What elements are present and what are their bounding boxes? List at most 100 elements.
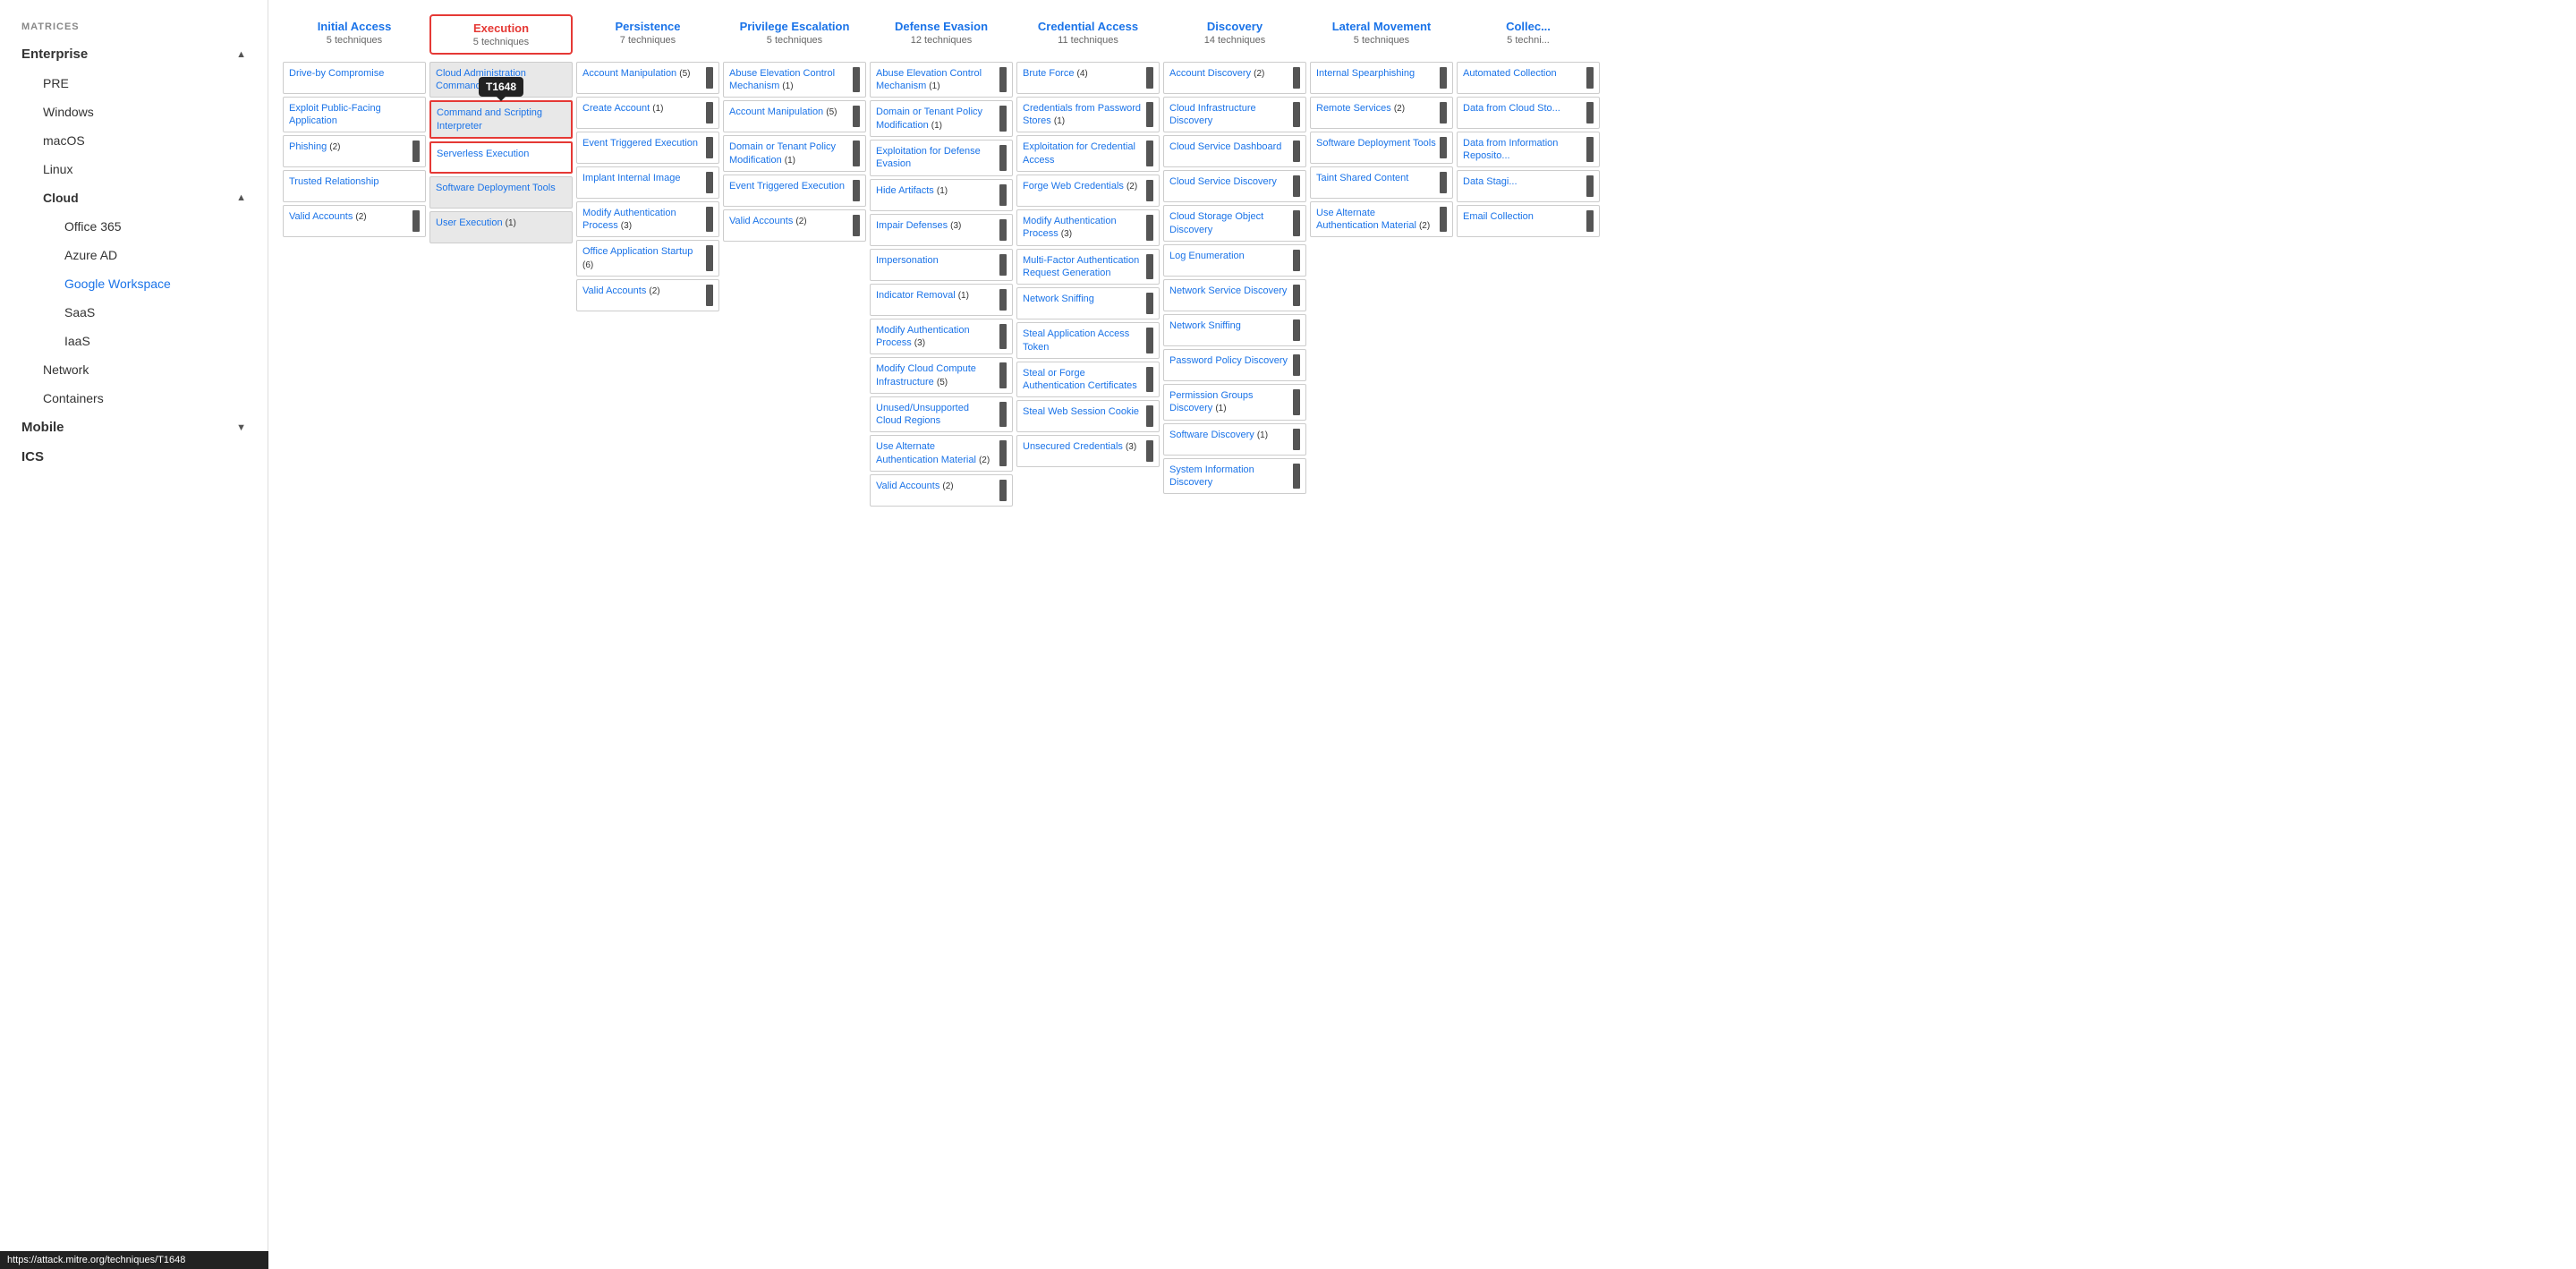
- drag-handle-icon[interactable]: [1146, 180, 1153, 201]
- drag-handle-icon[interactable]: [853, 67, 860, 93]
- table-row[interactable]: Password Policy Discovery: [1163, 349, 1306, 381]
- table-row[interactable]: Cloud Service Discovery: [1163, 170, 1306, 202]
- table-row[interactable]: Use Alternate Authentication Material (2…: [870, 435, 1013, 472]
- table-row[interactable]: User Execution (1): [429, 211, 573, 243]
- sidebar-item-iaas[interactable]: IaaS: [0, 327, 268, 355]
- table-row[interactable]: Account Discovery (2): [1163, 62, 1306, 94]
- sidebar-item-azuread[interactable]: Azure AD: [0, 241, 268, 269]
- drag-handle-icon[interactable]: [1586, 67, 1594, 89]
- table-row[interactable]: Data Stagi...: [1457, 170, 1600, 202]
- col-header-execution[interactable]: Execution5 techniques: [429, 14, 573, 55]
- drag-handle-icon[interactable]: [999, 184, 1007, 206]
- table-row[interactable]: Unused/Unsupported Cloud Regions: [870, 396, 1013, 433]
- sidebar-item-cloud[interactable]: Cloud▲: [0, 183, 268, 212]
- table-row[interactable]: Modify Cloud Compute Infrastructure (5): [870, 357, 1013, 394]
- col-header-defense-evasion[interactable]: Defense Evasion12 techniques: [870, 14, 1013, 55]
- drag-handle-icon[interactable]: [706, 137, 713, 158]
- table-row[interactable]: Taint Shared Content: [1310, 166, 1453, 199]
- drag-handle-icon[interactable]: [1586, 137, 1594, 163]
- drag-handle-icon[interactable]: [1586, 210, 1594, 232]
- table-row[interactable]: Modify Authentication Process (3): [870, 319, 1013, 355]
- drag-handle-icon[interactable]: [1293, 285, 1300, 306]
- drag-handle-icon[interactable]: [1440, 172, 1447, 193]
- table-row[interactable]: Hide Artifacts (1): [870, 179, 1013, 211]
- drag-handle-icon[interactable]: [853, 180, 860, 201]
- sidebar-item-network[interactable]: Network: [0, 355, 268, 384]
- table-row[interactable]: Domain or Tenant Policy Modification (1): [870, 100, 1013, 137]
- table-row[interactable]: Unsecured Credentials (3): [1016, 435, 1160, 467]
- drag-handle-icon[interactable]: [999, 289, 1007, 311]
- drag-handle-icon[interactable]: [1293, 319, 1300, 341]
- drag-handle-icon[interactable]: [1586, 102, 1594, 123]
- drag-handle-icon[interactable]: [999, 67, 1007, 93]
- sidebar-item-googleworkspace[interactable]: Google Workspace: [0, 269, 268, 298]
- table-row[interactable]: Trusted Relationship: [283, 170, 426, 202]
- drag-handle-icon[interactable]: [1293, 141, 1300, 162]
- drag-handle-icon[interactable]: [1293, 102, 1300, 128]
- drag-handle-icon[interactable]: [999, 106, 1007, 132]
- table-row[interactable]: Exploitation for Credential Access: [1016, 135, 1160, 172]
- table-row[interactable]: Automated Collection: [1457, 62, 1600, 94]
- table-row[interactable]: Network Sniffing: [1163, 314, 1306, 346]
- sidebar-item-saas[interactable]: SaaS: [0, 298, 268, 327]
- table-row[interactable]: Permission Groups Discovery (1): [1163, 384, 1306, 421]
- col-header-discovery[interactable]: Discovery14 techniques: [1163, 14, 1306, 55]
- drag-handle-icon[interactable]: [999, 362, 1007, 388]
- table-row[interactable]: Impair Defenses (3): [870, 214, 1013, 246]
- col-header-lateral-movement[interactable]: Lateral Movement5 techniques: [1310, 14, 1453, 55]
- table-row[interactable]: Multi-Factor Authentication Request Gene…: [1016, 249, 1160, 285]
- drag-handle-icon[interactable]: [706, 285, 713, 306]
- table-row[interactable]: Cloud Infrastructure Discovery: [1163, 97, 1306, 133]
- drag-handle-icon[interactable]: [1293, 67, 1300, 89]
- drag-handle-icon[interactable]: [1146, 141, 1153, 166]
- table-row[interactable]: Office Application Startup (6): [576, 240, 719, 277]
- col-header-initial-access[interactable]: Initial Access5 techniques: [283, 14, 426, 55]
- table-row[interactable]: Network Sniffing: [1016, 287, 1160, 319]
- drag-handle-icon[interactable]: [999, 145, 1007, 171]
- drag-handle-icon[interactable]: [1440, 102, 1447, 123]
- table-row[interactable]: Email Collection: [1457, 205, 1600, 237]
- table-row[interactable]: Network Service Discovery: [1163, 279, 1306, 311]
- drag-handle-icon[interactable]: [1293, 429, 1300, 450]
- drag-handle-icon[interactable]: [853, 141, 860, 166]
- table-row[interactable]: Software Deployment Tools: [1310, 132, 1453, 164]
- table-row[interactable]: Valid Accounts (2): [576, 279, 719, 311]
- table-row[interactable]: Steal or Forge Authentication Certificat…: [1016, 362, 1160, 398]
- sidebar-item-windows[interactable]: Windows: [0, 98, 268, 126]
- table-row[interactable]: Phishing (2): [283, 135, 426, 167]
- sidebar-item-macos[interactable]: macOS: [0, 126, 268, 155]
- table-row[interactable]: Data from Cloud Sto...: [1457, 97, 1600, 129]
- sidebar-item-pre[interactable]: PRE: [0, 69, 268, 98]
- drag-handle-icon[interactable]: [853, 215, 860, 236]
- table-row[interactable]: Valid Accounts (2): [870, 474, 1013, 507]
- table-row[interactable]: Event Triggered Execution: [576, 132, 719, 164]
- drag-handle-icon[interactable]: [999, 324, 1007, 350]
- table-row[interactable]: Exploitation for Defense Evasion: [870, 140, 1013, 176]
- table-row[interactable]: Account Manipulation (5): [723, 100, 866, 132]
- table-row[interactable]: Steal Application Access Token: [1016, 322, 1160, 359]
- drag-handle-icon[interactable]: [999, 440, 1007, 466]
- table-row[interactable]: Credentials from Password Stores (1): [1016, 97, 1160, 133]
- table-row[interactable]: Cloud Service Dashboard: [1163, 135, 1306, 167]
- col-header-persistence[interactable]: Persistence7 techniques: [576, 14, 719, 55]
- sidebar-item-enterprise[interactable]: Enterprise▲: [0, 39, 268, 69]
- drag-handle-icon[interactable]: [1146, 102, 1153, 128]
- table-row[interactable]: Impersonation: [870, 249, 1013, 281]
- sidebar-item-mobile[interactable]: Mobile▼: [0, 413, 268, 442]
- sidebar-item-office365[interactable]: Office 365: [0, 212, 268, 241]
- drag-handle-icon[interactable]: [1440, 67, 1447, 89]
- drag-handle-icon[interactable]: [999, 480, 1007, 501]
- drag-handle-icon[interactable]: [706, 245, 713, 271]
- table-row[interactable]: System Information Discovery: [1163, 458, 1306, 495]
- table-row[interactable]: Exploit Public-Facing Application: [283, 97, 426, 133]
- table-row[interactable]: Account Manipulation (5): [576, 62, 719, 94]
- drag-handle-icon[interactable]: [1146, 440, 1153, 462]
- sidebar-item-ics[interactable]: ICS: [0, 442, 268, 472]
- table-row[interactable]: Abuse Elevation Control Mechanism (1): [723, 62, 866, 98]
- drag-handle-icon[interactable]: [1146, 293, 1153, 314]
- table-row[interactable]: Cloud Storage Object Discovery: [1163, 205, 1306, 242]
- table-row[interactable]: Create Account (1): [576, 97, 719, 129]
- table-row[interactable]: Indicator Removal (1): [870, 284, 1013, 316]
- table-row[interactable]: Abuse Elevation Control Mechanism (1): [870, 62, 1013, 98]
- drag-handle-icon[interactable]: [1293, 175, 1300, 197]
